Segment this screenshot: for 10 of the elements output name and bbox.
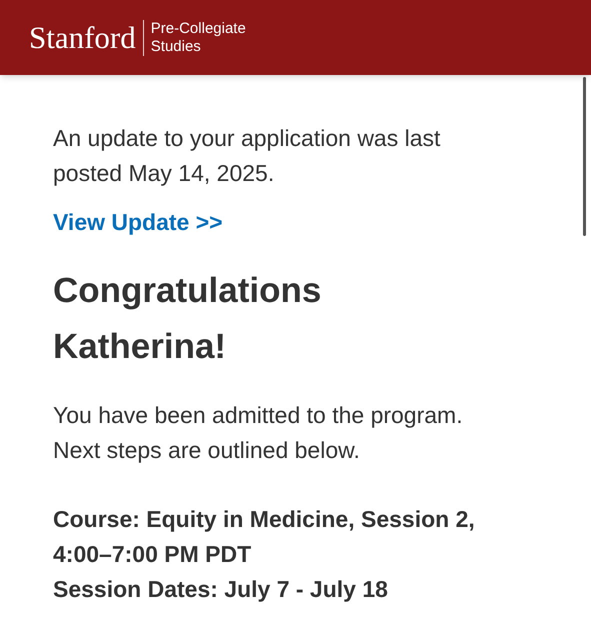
logo[interactable]: Stanford	[29, 22, 136, 53]
scrollbar[interactable]	[583, 77, 586, 236]
status-text: An update to your application was last posted May 14, 2025.	[53, 124, 442, 188]
congratulations-heading: Congratulations Katherina!	[53, 270, 322, 368]
unit-name: Pre-Collegiate	[150, 20, 246, 38]
admission-text: You have been admitted to the program. Next steps are outlined below.	[53, 401, 464, 465]
view-update-link[interactable]: View Update >>	[53, 205, 223, 240]
unit-name: Studies	[150, 38, 202, 56]
course-detail: Course: Equity in Medicine, Session 2, 4:00–7:00 PM PDT	[53, 505, 476, 569]
course-detail: Session Dates: July 7 - July 18	[53, 575, 389, 604]
